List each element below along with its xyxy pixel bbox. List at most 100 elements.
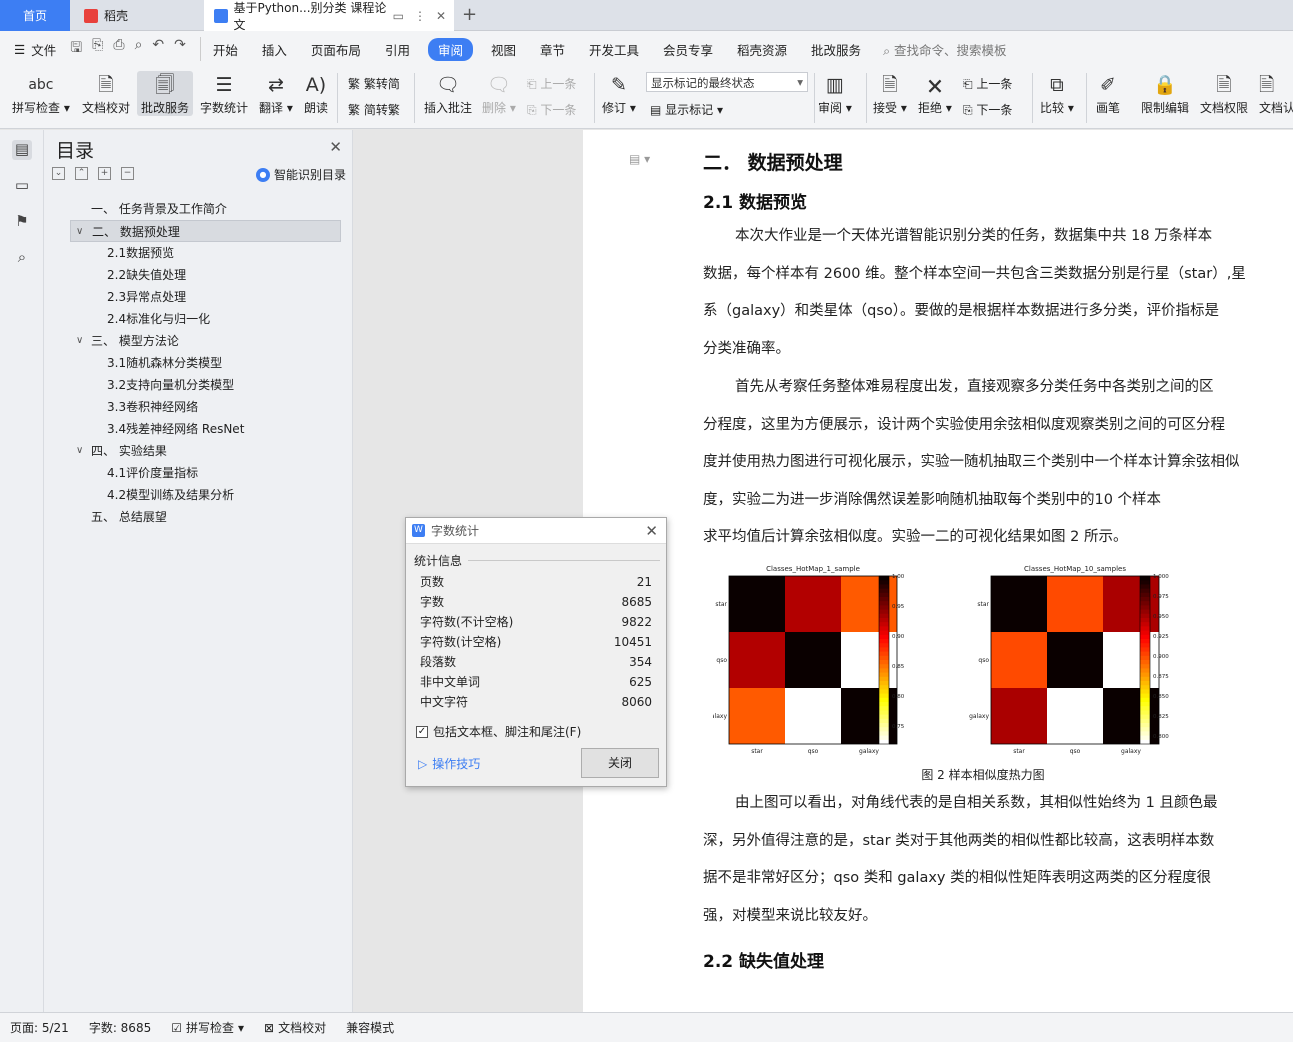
menu-page-layout[interactable]: 页面布局 [299, 40, 373, 59]
next-comment-button[interactable]: ⎘ 下一条 [527, 101, 576, 118]
toc-item[interactable]: 2.3异常点处理 [44, 286, 353, 308]
pen-button[interactable]: ✐ 画笔 [1096, 71, 1120, 116]
menu-review[interactable]: 审阅 [427, 37, 473, 61]
menu-member[interactable]: 会员专享 [651, 40, 725, 59]
search-panel-icon[interactable]: ⌕ [12, 248, 32, 268]
toc-item[interactable]: 3.4残差神经网络 ResNet [44, 418, 353, 440]
menu-chapter[interactable]: 章节 [528, 40, 577, 59]
tab-more-icon[interactable]: ⋮ [414, 9, 426, 23]
file-menu[interactable]: ☰ 文件 [0, 40, 66, 59]
word-count-button[interactable]: ☰ 字数统计 [200, 71, 248, 116]
smart-toc-button[interactable]: ● 智能识别目录 [255, 166, 346, 183]
stat-value: 8060 [621, 695, 652, 709]
hamburger-icon: ☰ [14, 41, 26, 57]
compare-button[interactable]: ⧉ 比较 ▾ [1040, 71, 1074, 116]
menu-start[interactable]: 开始 [201, 40, 250, 59]
stat-label: 中文字符 [420, 695, 469, 709]
track-changes-button[interactable]: ✎ 修订 ▾ [602, 71, 636, 116]
toc-panel-icon[interactable]: ▤ [12, 140, 32, 160]
next-change-button[interactable]: ⎘ 下一条 [963, 101, 1012, 118]
toc-item[interactable]: 3.1随机森林分类模型 [44, 352, 353, 374]
toc-item[interactable]: 4.2模型训练及结果分析 [44, 484, 353, 506]
close-icon[interactable]: ✕ [329, 138, 342, 156]
review-pane-button[interactable]: ▥ 审阅 ▾ [818, 71, 852, 116]
doc-proof-status[interactable]: ⊠ 文档校对 [254, 1019, 336, 1036]
menu-view[interactable]: 视图 [479, 40, 528, 59]
show-markup-button[interactable]: ▤ 显示标记 ▾ [650, 101, 723, 118]
insert-comment-button[interactable]: 🗨 插入批注 [424, 71, 472, 116]
prev-change-button[interactable]: ⎗ 上一条 [963, 75, 1012, 92]
page-doc-icon[interactable]: ▤ ▾ [629, 152, 650, 166]
word-count-indicator[interactable]: 字数: 8685 [79, 1019, 161, 1036]
colorbar-segment [1140, 618, 1150, 623]
toc-item[interactable]: 五、 总结展望 [44, 506, 353, 528]
toc-item[interactable]: 一、 任务背景及工作简介 [44, 198, 353, 220]
tab-daoke[interactable]: 稻壳 [72, 0, 202, 31]
stat-value: 354 [629, 655, 652, 669]
spell-check-status[interactable]: ☑ 拼写检查 ▾ [161, 1019, 254, 1036]
save-icon[interactable]: 🖫 [70, 37, 82, 61]
trad-to-simp-button[interactable]: 繁 繁转简 [348, 75, 400, 92]
chevron-down-icon[interactable]: ∨ [76, 330, 83, 352]
reject-button[interactable]: 🗙 拒绝 ▾ [918, 71, 952, 116]
review-service-button[interactable]: 🗐 批改服务 [137, 71, 194, 116]
toc-item[interactable]: ∨ 四、 实验结果 [44, 440, 353, 462]
translate-button[interactable]: ⇄ 翻译 ▾ [259, 71, 293, 116]
menu-review-service[interactable]: 批改服务 [799, 40, 873, 59]
menu-reference[interactable]: 引用 [373, 40, 422, 59]
delete-comment-button[interactable]: 🗨 删除 ▾ [482, 71, 516, 116]
tab-close-icon[interactable]: ✕ [436, 9, 446, 23]
close-button[interactable]: 关闭 [581, 748, 659, 778]
chapter-nav-icon[interactable]: ▭ [12, 176, 32, 196]
command-search[interactable]: ⌕ 查找命令、搜索模板 [883, 40, 1007, 59]
menu-insert[interactable]: 插入 [250, 40, 299, 59]
doc-proof-button[interactable]: 🗎 文档校对 [82, 71, 130, 116]
chevron-down-icon[interactable]: ∨ [76, 440, 83, 462]
markup-state-dropdown[interactable]: 显示标记的最终状态 [646, 72, 808, 92]
doc-auth-button[interactable]: 🗎 文档认 [1259, 71, 1293, 116]
include-textbox-checkbox[interactable]: ✓ 包括文本框、脚注和尾注(F) [416, 723, 581, 740]
toc-item[interactable]: 2.1数据预览 [44, 242, 353, 264]
toc-item[interactable]: 2.2缺失值处理 [44, 264, 353, 286]
toc-up-icon[interactable]: ⌃ [75, 167, 88, 180]
doc-permission-icon: 🗎 [1216, 74, 1232, 96]
export-icon[interactable]: ⎘ [92, 37, 103, 61]
undo-icon[interactable]: ↶ [152, 37, 164, 61]
prev-comment-button[interactable]: ⎗ 上一条 [527, 75, 576, 92]
toc-item[interactable]: 4.1评价度量指标 [44, 462, 353, 484]
dialog-titlebar[interactable]: W 字数统计 ✕ [406, 518, 666, 544]
toc-expand-icon[interactable]: + [98, 167, 111, 180]
toc-item[interactable]: 2.4标准化与归一化 [44, 308, 353, 330]
chevron-down-icon[interactable]: ∨ [76, 221, 83, 243]
accept-button[interactable]: 🗎 接受 ▾ [873, 71, 907, 116]
close-icon[interactable]: ✕ [645, 522, 658, 540]
bookmark-icon[interactable]: ⚑ [12, 212, 32, 232]
heading-2-2: 2.2 缺失值处理 [703, 952, 825, 972]
restrict-edit-button[interactable]: 🔒 限制编辑 [1141, 71, 1189, 116]
toc-item[interactable]: 3.3卷积神经网络 [44, 396, 353, 418]
toc-down-icon[interactable]: ⌄ [52, 167, 65, 180]
preview-icon[interactable]: ⌕ [135, 37, 143, 61]
doc-permission-button[interactable]: 🗎 文档权限 [1200, 71, 1248, 116]
heading-section-2: 二． 数据预处理 [703, 152, 843, 174]
menu-daoke-resources[interactable]: 稻壳资源 [725, 40, 799, 59]
new-tab-icon[interactable]: + [462, 4, 477, 25]
redo-icon[interactable]: ↷ [174, 37, 186, 61]
text-line: 系（galaxy）和类星体（qso）。要做的是根据样本数据进行多分类，评价指标是 [703, 303, 1220, 320]
simp-to-trad-button[interactable]: 繁 简转繁 [348, 101, 400, 118]
tab-document[interactable]: 基于Python...别分类 课程论文 ▭ ⋮ ✕ [204, 0, 454, 32]
spell-check-button[interactable]: abc 拼写检查 ▾ [12, 71, 70, 116]
document-page[interactable]: ▤ ▾ 二． 数据预处理 2.1 数据预览 本次大作业是一个天体光谱智能识别分类… [583, 130, 1293, 1012]
menu-dev-tools[interactable]: 开发工具 [577, 40, 651, 59]
print-icon[interactable]: ⎙ [113, 37, 124, 61]
toc-item[interactable]: 3.2支持向量机分类模型 [44, 374, 353, 396]
toc-item-selected[interactable]: ∨ 二、 数据预处理 [70, 220, 341, 242]
tab-home[interactable]: 首页 [0, 0, 70, 31]
toc-collapse-icon[interactable]: − [121, 167, 134, 180]
checkbox-checked-icon[interactable]: ✓ [416, 725, 428, 738]
page-indicator[interactable]: 页面: 5/21 [0, 1019, 79, 1036]
toc-item[interactable]: ∨ 三、 模型方法论 [44, 330, 353, 352]
tab-pin-icon[interactable]: ▭ [393, 9, 404, 23]
tips-link[interactable]: ▷ 操作技巧 [418, 755, 480, 772]
read-aloud-button[interactable]: A) 朗读 [304, 71, 328, 116]
